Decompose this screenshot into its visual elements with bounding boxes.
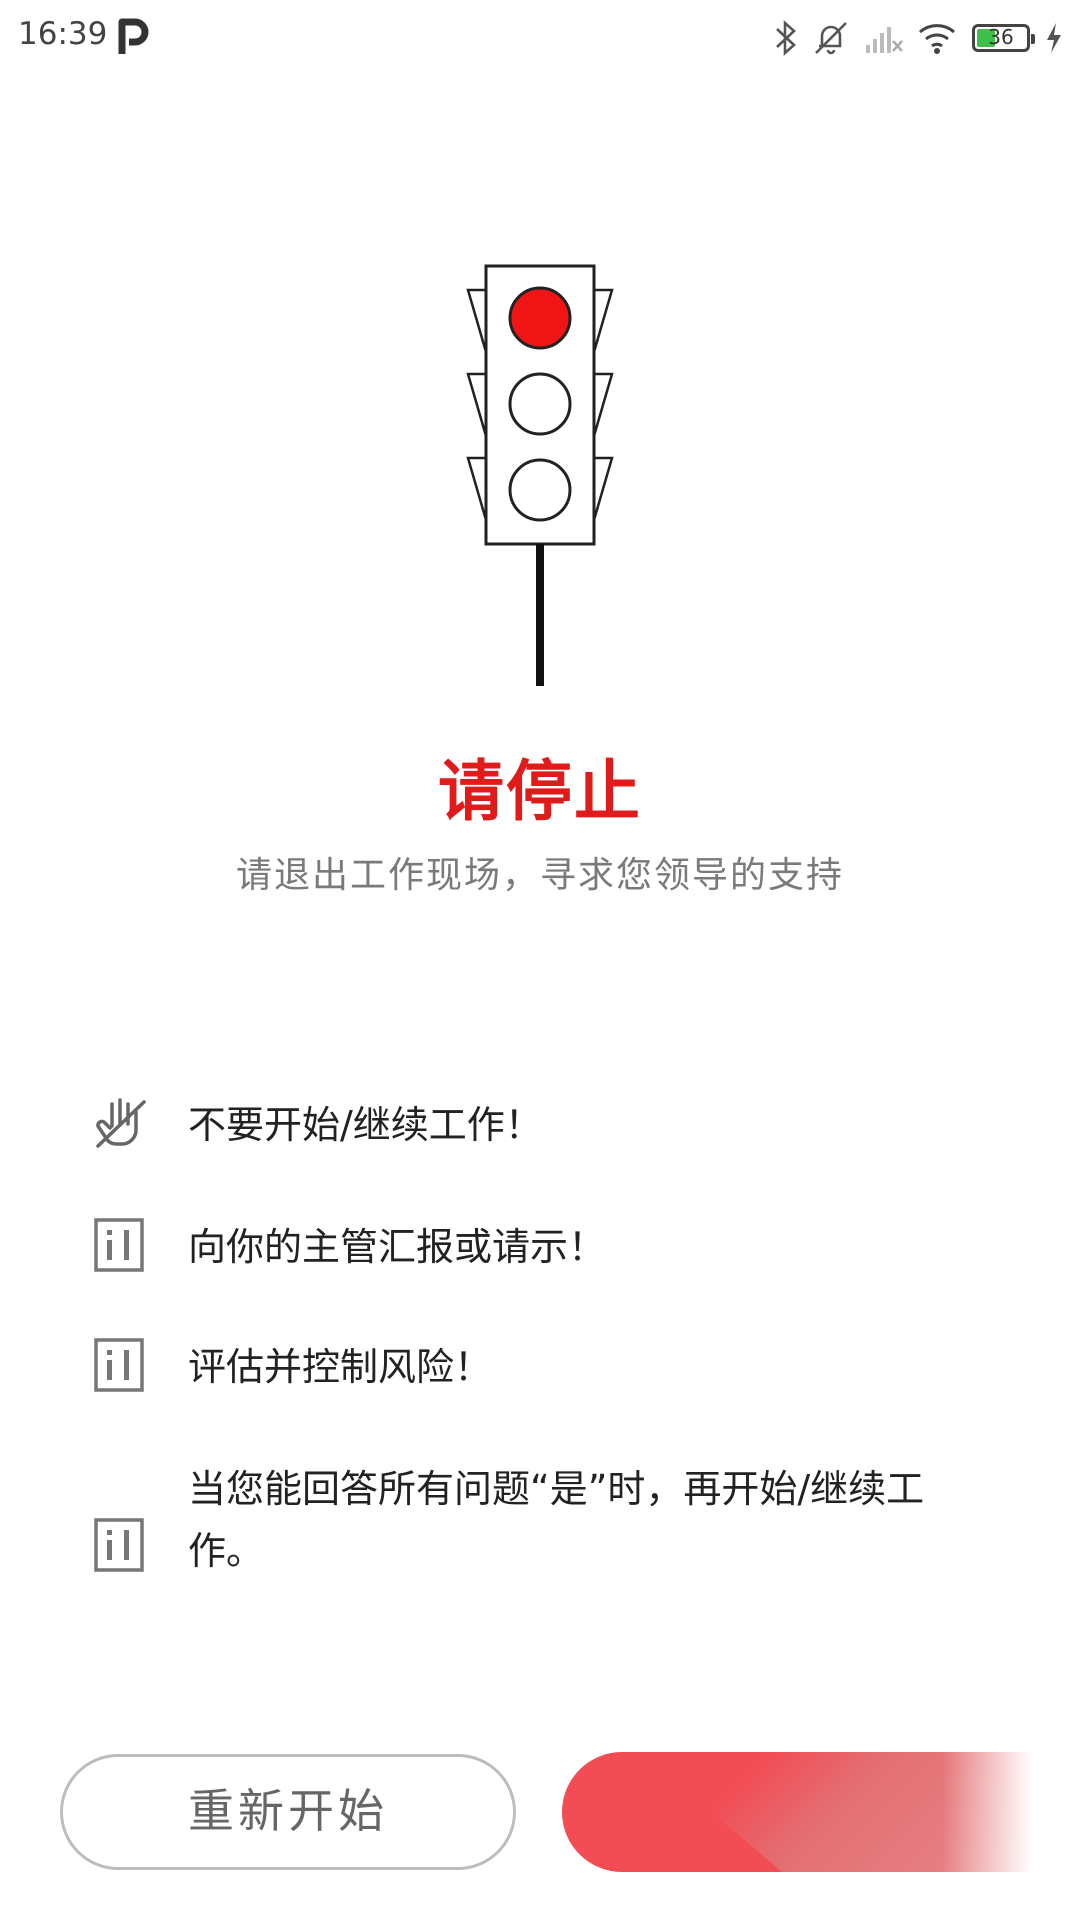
status-time: 16:39 xyxy=(18,16,108,52)
info-icon xyxy=(94,1518,144,1572)
red-lamp xyxy=(508,286,572,350)
page-subtitle: 请退出工作现场，寻求您领导的支持 xyxy=(235,855,844,896)
green-lamp xyxy=(508,458,572,522)
instruction-text: 当您能回答所有问题“是”时，再开始/继续工作。 xyxy=(188,1467,925,1573)
info-icon xyxy=(94,1338,144,1392)
restart-button[interactable]: 重新开始 xyxy=(60,1754,516,1870)
amber-lamp xyxy=(508,372,572,436)
stop-screen: 16:39 36 请停止 请退出工作现场，寻求您领导的支持 不要开始/继续工作！… xyxy=(0,0,1080,1920)
instruction-text: 评估并控制风险！ xyxy=(188,1345,493,1389)
parking-app-icon xyxy=(118,18,149,54)
instruction-text: 向你的主管汇报或请示！ xyxy=(188,1225,607,1269)
battery-level: 36 xyxy=(988,25,1014,49)
status-icons: 36 xyxy=(774,16,1064,60)
stop-hand-icon xyxy=(96,1098,146,1148)
instruction-text: 不要开始/继续工作！ xyxy=(188,1103,543,1147)
mute-bell-icon xyxy=(815,22,847,55)
wifi-icon xyxy=(919,24,955,54)
charging-bolt-icon xyxy=(1047,23,1061,53)
info-icon xyxy=(94,1218,144,1272)
traffic-light-illustration xyxy=(466,264,614,686)
status-bar: 16:39 36 xyxy=(0,0,1080,76)
no-signal-icon xyxy=(866,27,903,53)
bluetooth-icon xyxy=(776,20,796,56)
page-title: 请停止 xyxy=(438,753,642,830)
red-action-button[interactable] xyxy=(562,1752,1032,1872)
battery-icon: 36 xyxy=(972,24,1035,52)
